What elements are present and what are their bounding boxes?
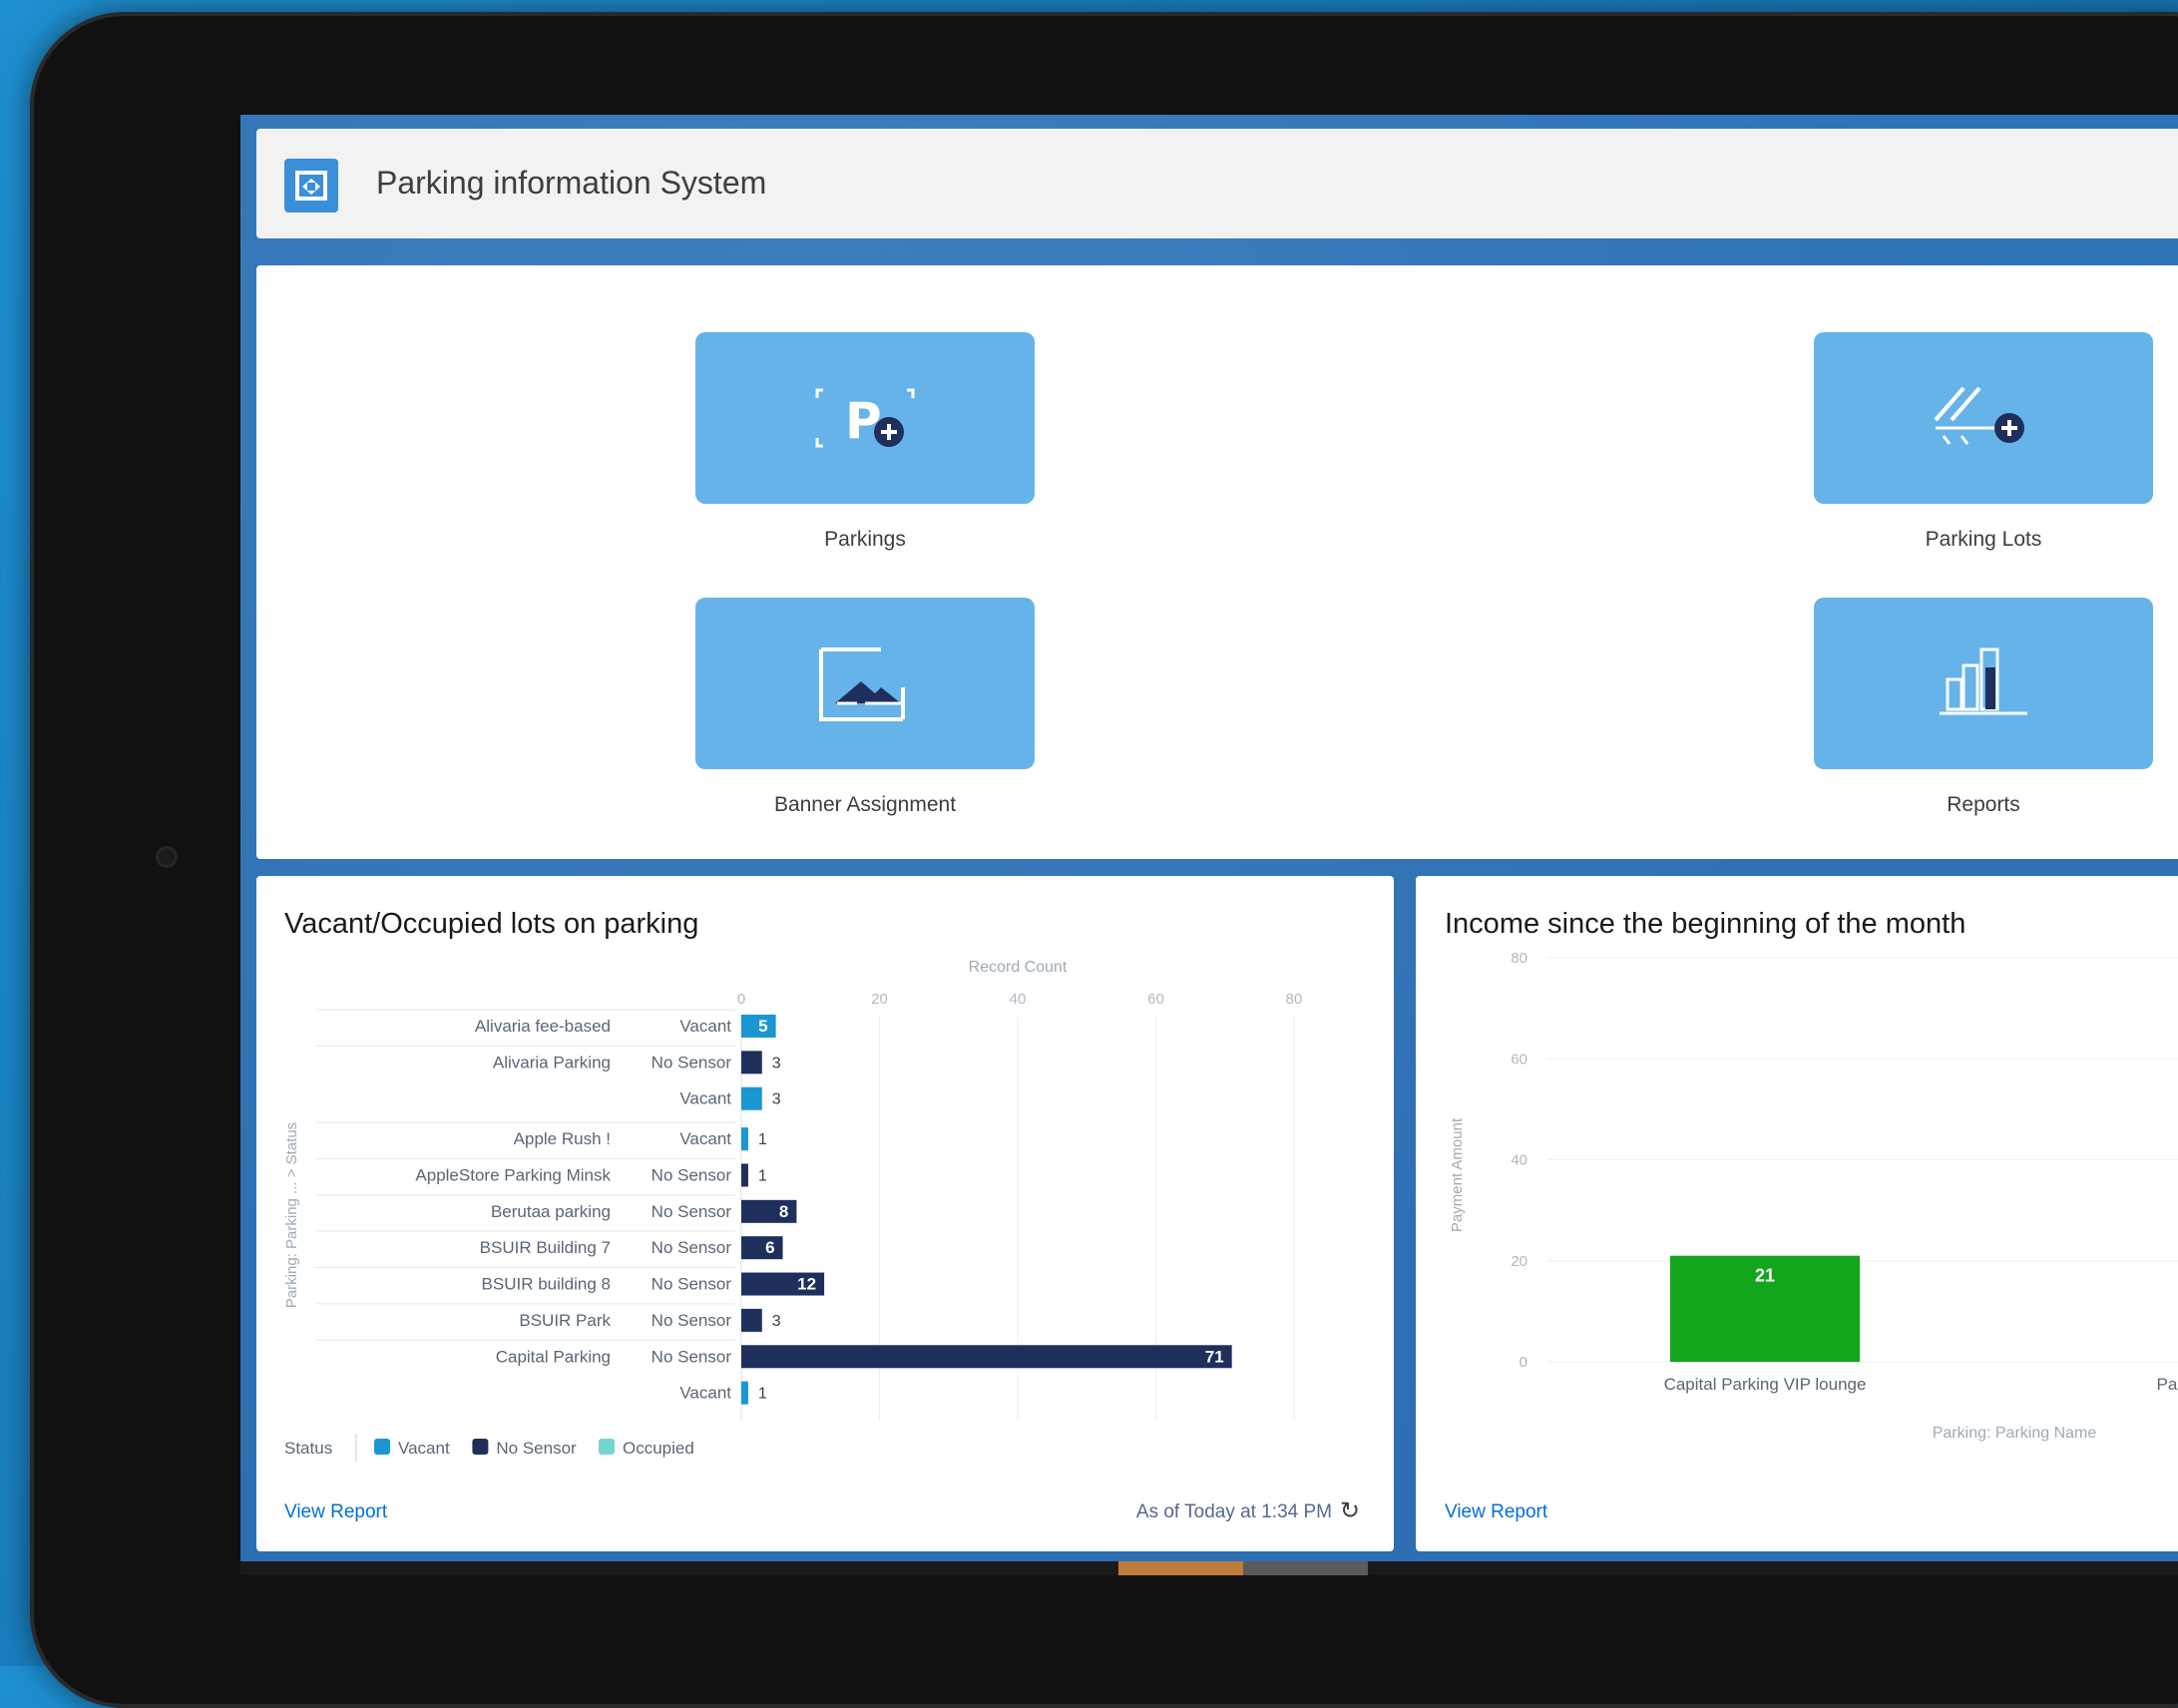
bar-value-label: 3 [772, 1091, 781, 1108]
y-tick-label: 0 [1520, 1354, 1527, 1371]
reports-chart-icon [1940, 647, 2027, 715]
y-tick-label: 20 [1511, 1253, 1527, 1270]
bottom-strip [240, 1561, 2178, 1575]
bar [741, 1127, 748, 1151]
row-status-label: Vacant [679, 1384, 731, 1403]
banner-image-icon [819, 647, 905, 721]
bar [741, 1163, 748, 1187]
y-axis-title: Payment Amount [1449, 1117, 1466, 1232]
row-status-label: Vacant [679, 1017, 731, 1036]
bar-value-label: 1 [758, 1131, 767, 1148]
legend-swatch [599, 1439, 615, 1455]
bar-value-label: 71 [1205, 1347, 1224, 1366]
y-tick-label: 60 [1511, 1051, 1527, 1068]
app-launcher: P Parkings Parking Lots Banner Assignmen… [256, 265, 2178, 859]
view-report-link-vacant[interactable]: View Report [284, 1501, 387, 1523]
income-chart: 0 20 40 60 80 Payment Amount 21 Capital Parking… [1449, 950, 2178, 1442]
tile-label-parking-lots: Parking Lots [1925, 528, 2042, 551]
row-status-label: No Sensor [652, 1311, 732, 1330]
bar [741, 1345, 1232, 1369]
x-tick-label: Capital Parking VIP lounge [1664, 1375, 1867, 1394]
bottom-segment-active [1118, 1561, 1243, 1575]
app-logo-icon[interactable] [284, 159, 338, 213]
row-parking-label: BSUIR building 8 [482, 1275, 611, 1294]
tile-label-parkings: Parkings [824, 528, 906, 551]
x-tick-label: Park [2157, 1375, 2178, 1394]
card-income: Income since the beginning of the month … [1416, 876, 2178, 1551]
card-vacant-occupied: Vacant/Occupied lots on parking Record C… [256, 876, 1394, 1551]
bar [741, 1236, 783, 1260]
bar-value-label: 12 [797, 1275, 816, 1294]
bar-value-label: 1 [758, 1386, 767, 1403]
bar [741, 1381, 748, 1405]
row-parking-label: AppleStore Parking Minsk [415, 1165, 611, 1184]
x-tick-label: 0 [737, 991, 745, 1008]
tile-label-banner-assignment: Banner Assignment [773, 793, 957, 816]
y-tick-label: 80 [1511, 950, 1527, 967]
row-status-label: No Sensor [652, 1238, 732, 1257]
row-parking-label: Alivaria Parking [493, 1053, 611, 1071]
svg-text:P: P [845, 392, 882, 450]
legend-entry: Occupied [623, 1439, 694, 1458]
legend-entry: Vacant [398, 1439, 450, 1458]
row-status-label: No Sensor [652, 1202, 732, 1221]
y-axis-title: Parking: Parking ... > Status [283, 1122, 300, 1308]
legend-swatch [374, 1439, 390, 1455]
x-tick-label: 80 [1286, 991, 1303, 1008]
tile-banner-assignment[interactable] [695, 598, 1035, 769]
x-tick-label: 40 [1010, 991, 1027, 1008]
tile-reports[interactable] [1814, 598, 2153, 769]
row-status-label: No Sensor [652, 1275, 732, 1294]
row-status-label: Vacant [679, 1089, 731, 1108]
bar-value-label: 3 [772, 1055, 781, 1071]
row-status-label: Vacant [679, 1129, 731, 1148]
vacant-occupied-chart: Record Count 0 20 40 60 80 Parking: Parking ..… [283, 959, 1303, 1462]
legend-swatch [472, 1439, 489, 1455]
legend-title: Status [284, 1439, 332, 1458]
refresh-icon[interactable]: ↻ [1340, 1496, 1360, 1525]
x-axis-title: Record Count [969, 959, 1068, 976]
row-parking-label: BSUIR Park [519, 1311, 611, 1330]
bar-value-label: 21 [1755, 1266, 1775, 1286]
screen: Parking information System P Parkings Pa… [240, 115, 2178, 1561]
bar-value-label: 3 [772, 1313, 781, 1330]
bar-value-label: 8 [779, 1202, 788, 1221]
x-axis-title: Parking: Parking Name [1933, 1425, 2097, 1442]
y-tick-label: 40 [1511, 1152, 1527, 1169]
as-of-timestamp: As of Today at 1:34 PM [1135, 1501, 1332, 1522]
row-parking-label: Apple Rush ! [514, 1129, 611, 1148]
row-status-label: No Sensor [652, 1053, 732, 1071]
row-parking-label: Alivaria fee-based [475, 1017, 611, 1036]
bar [741, 1308, 762, 1332]
parking-add-icon: P [815, 388, 915, 450]
bar [741, 1086, 762, 1110]
row-status-label: No Sensor [652, 1347, 732, 1366]
legend-entry: No Sensor [496, 1439, 577, 1458]
x-tick-label: 20 [871, 991, 888, 1008]
bar-value-label: 1 [758, 1167, 767, 1184]
tile-parkings[interactable]: P [695, 332, 1035, 504]
tile-label-reports: Reports [1947, 793, 2020, 816]
x-tick-label: 60 [1147, 991, 1164, 1008]
view-report-link-income[interactable]: View Report [1445, 1501, 1547, 1523]
row-parking-label: BSUIR Building 7 [480, 1238, 611, 1257]
bar-value-label: 6 [765, 1238, 774, 1257]
parking-lots-add-icon [1934, 386, 2024, 445]
bar [741, 1051, 762, 1074]
camera [156, 846, 178, 868]
bottom-segment [1243, 1561, 1368, 1575]
tile-parking-lots[interactable] [1814, 332, 2153, 504]
row-parking-label: Capital Parking [496, 1347, 611, 1366]
row-parking-label: Berutaa parking [491, 1202, 611, 1221]
app-title: Parking information System [376, 165, 767, 201]
bar-value-label: 5 [758, 1017, 767, 1036]
app-header: Parking information System [256, 129, 2178, 238]
row-status-label: No Sensor [652, 1165, 732, 1184]
